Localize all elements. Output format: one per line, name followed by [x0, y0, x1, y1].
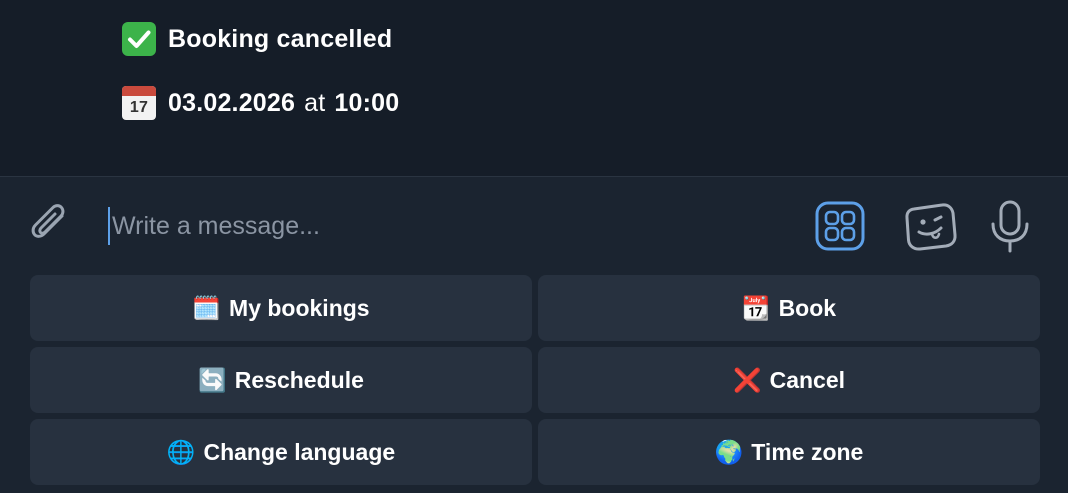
calendar-icon: 📆 [741, 294, 771, 321]
time-zone-button[interactable]: 🌍 Time zone [538, 419, 1040, 485]
calendar-icon: 17 [122, 86, 156, 120]
composer-bar [0, 177, 1068, 269]
cancel-button[interactable]: ❌ Cancel [538, 347, 1040, 413]
message-datetime-line: 17 03.02.2026 at 10:00 [122, 86, 399, 120]
bot-reply-keyboard: 🗓️ My bookings 📆 Book 🔄 Reschedule ❌ Can… [0, 269, 1068, 493]
paperclip-icon[interactable] [24, 199, 76, 251]
globe-icon: 🌐 [166, 438, 196, 465]
booking-time: 10:00 [334, 88, 400, 117]
spiral-calendar-icon: 🗓️ [192, 294, 222, 321]
change-language-button[interactable]: 🌐 Change language [30, 419, 532, 485]
at-word: at [304, 88, 326, 117]
reschedule-button[interactable]: 🔄 Reschedule [30, 347, 532, 413]
sticker-icon[interactable] [902, 201, 958, 253]
button-label: Change language [203, 438, 396, 465]
status-text: Booking cancelled [168, 24, 393, 53]
book-button[interactable]: 📆 Book [538, 275, 1040, 341]
check-mark-icon [122, 22, 156, 56]
earth-globe-icon: 🌍 [714, 438, 744, 465]
message-status-line: Booking cancelled [122, 22, 392, 56]
chat-area: Booking cancelled 17 03.02.2026 at 10:00 [0, 0, 1068, 176]
cross-mark-icon: ❌ [732, 366, 762, 393]
button-label: Time zone [751, 438, 864, 465]
booking-date: 03.02.2026 [168, 88, 296, 117]
refresh-icon: 🔄 [198, 366, 227, 393]
button-label: My bookings [229, 294, 370, 321]
button-label: Cancel [769, 366, 846, 393]
button-label: Book [778, 294, 837, 321]
microphone-icon[interactable] [988, 199, 1032, 255]
message-input[interactable] [108, 207, 764, 245]
apps-grid-icon[interactable] [815, 201, 865, 251]
my-bookings-button[interactable]: 🗓️ My bookings [30, 275, 532, 341]
button-label: Reschedule [234, 366, 364, 393]
